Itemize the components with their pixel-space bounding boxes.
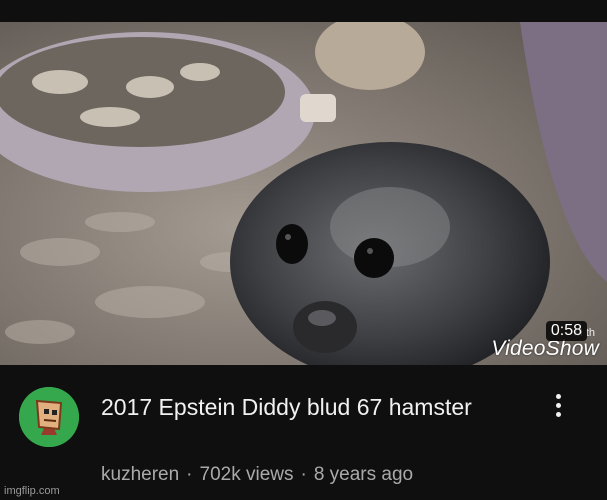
- upload-age: 8 years ago: [313, 464, 414, 485]
- video-meta-row: 2017 Epstein Diddy blud 67 hamster kuzhe…: [0, 365, 607, 500]
- view-count: 702k views: [199, 464, 294, 485]
- vertical-ellipsis-icon[interactable]: [546, 391, 570, 425]
- separator-dot: ·: [186, 464, 193, 485]
- hamster-thumbnail-image: [0, 22, 607, 365]
- separator-dot: ·: [300, 464, 307, 485]
- channel-name[interactable]: kuzheren: [101, 464, 179, 486]
- video-title[interactable]: 2017 Epstein Diddy blud 67 hamster: [101, 392, 521, 422]
- video-thumbnail[interactable]: M th VideoShow 0:58: [0, 22, 607, 365]
- channel-avatar-icon[interactable]: [19, 387, 79, 447]
- imgflip-credit: imgflip.com: [4, 485, 60, 497]
- video-metadata: kuzheren · 702k views · 8 years ago: [101, 464, 413, 486]
- video-duration-badge: 0:58: [545, 321, 587, 341]
